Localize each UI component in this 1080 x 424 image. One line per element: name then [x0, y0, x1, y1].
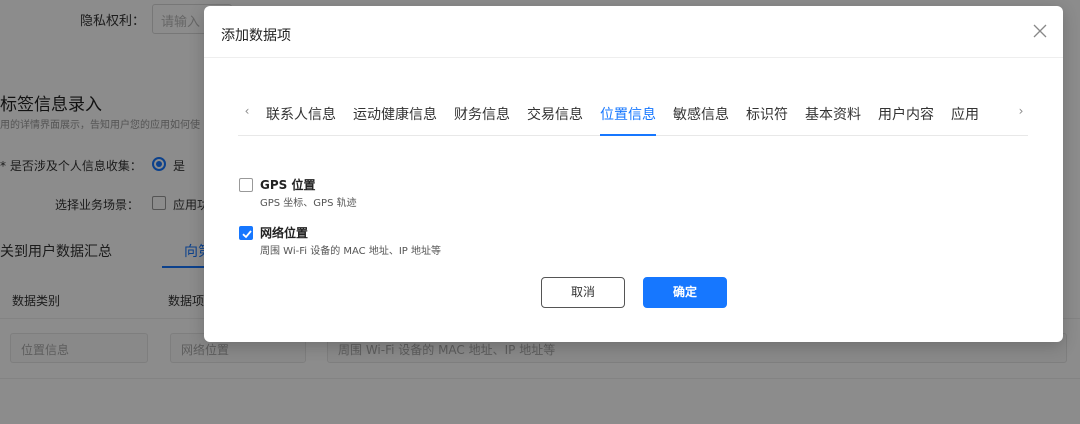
tab-list: 联系人信息 运动健康信息 财务信息 交易信息 位置信息 敏感信息 标识符 基本资料 用户内容 应用	[266, 104, 1016, 136]
option-desc: 周围 Wi-Fi 设备的 MAC 地址、IP 地址等	[260, 246, 442, 257]
tab-7[interactable]: 基本资料	[805, 104, 861, 136]
tab-8[interactable]: 用户内容	[878, 104, 934, 136]
option-title: 网络位置	[260, 226, 309, 240]
gps-checkbox[interactable]	[239, 178, 253, 192]
option-desc: GPS 坐标、GPS 轨迹	[260, 198, 357, 209]
option-title: GPS 位置	[260, 178, 316, 192]
add-data-item-dialog: 添加数据项 ‹ 联系人信息 运动健康信息 财务信息 交易信息 位置信息 敏感信息 标识符 基本…	[204, 6, 1063, 342]
chevron-right-icon[interactable]: ›	[1014, 104, 1028, 118]
close-icon[interactable]	[1032, 23, 1048, 39]
check-icon	[242, 230, 252, 239]
cancel-button[interactable]: 取消	[541, 277, 625, 308]
dialog-header: 添加数据项	[204, 6, 1063, 58]
tab-5[interactable]: 敏感信息	[673, 104, 729, 136]
chevron-left-icon[interactable]: ‹	[240, 104, 254, 118]
tab-3[interactable]: 交易信息	[527, 104, 583, 136]
category-tabs: ‹ 联系人信息 运动健康信息 财务信息 交易信息 位置信息 敏感信息 标识符 基本资料 用户内容…	[238, 104, 1028, 136]
tab-6[interactable]: 标识符	[746, 104, 788, 136]
dialog-title: 添加数据项	[221, 28, 291, 44]
network-checkbox[interactable]	[239, 226, 253, 240]
confirm-button[interactable]: 确定	[643, 277, 727, 308]
tab-0[interactable]: 联系人信息	[266, 104, 336, 136]
tab-9[interactable]: 应用	[951, 104, 979, 136]
tab-4[interactable]: 位置信息	[600, 104, 656, 136]
tab-1[interactable]: 运动健康信息	[353, 104, 437, 136]
tab-2[interactable]: 财务信息	[454, 104, 510, 136]
